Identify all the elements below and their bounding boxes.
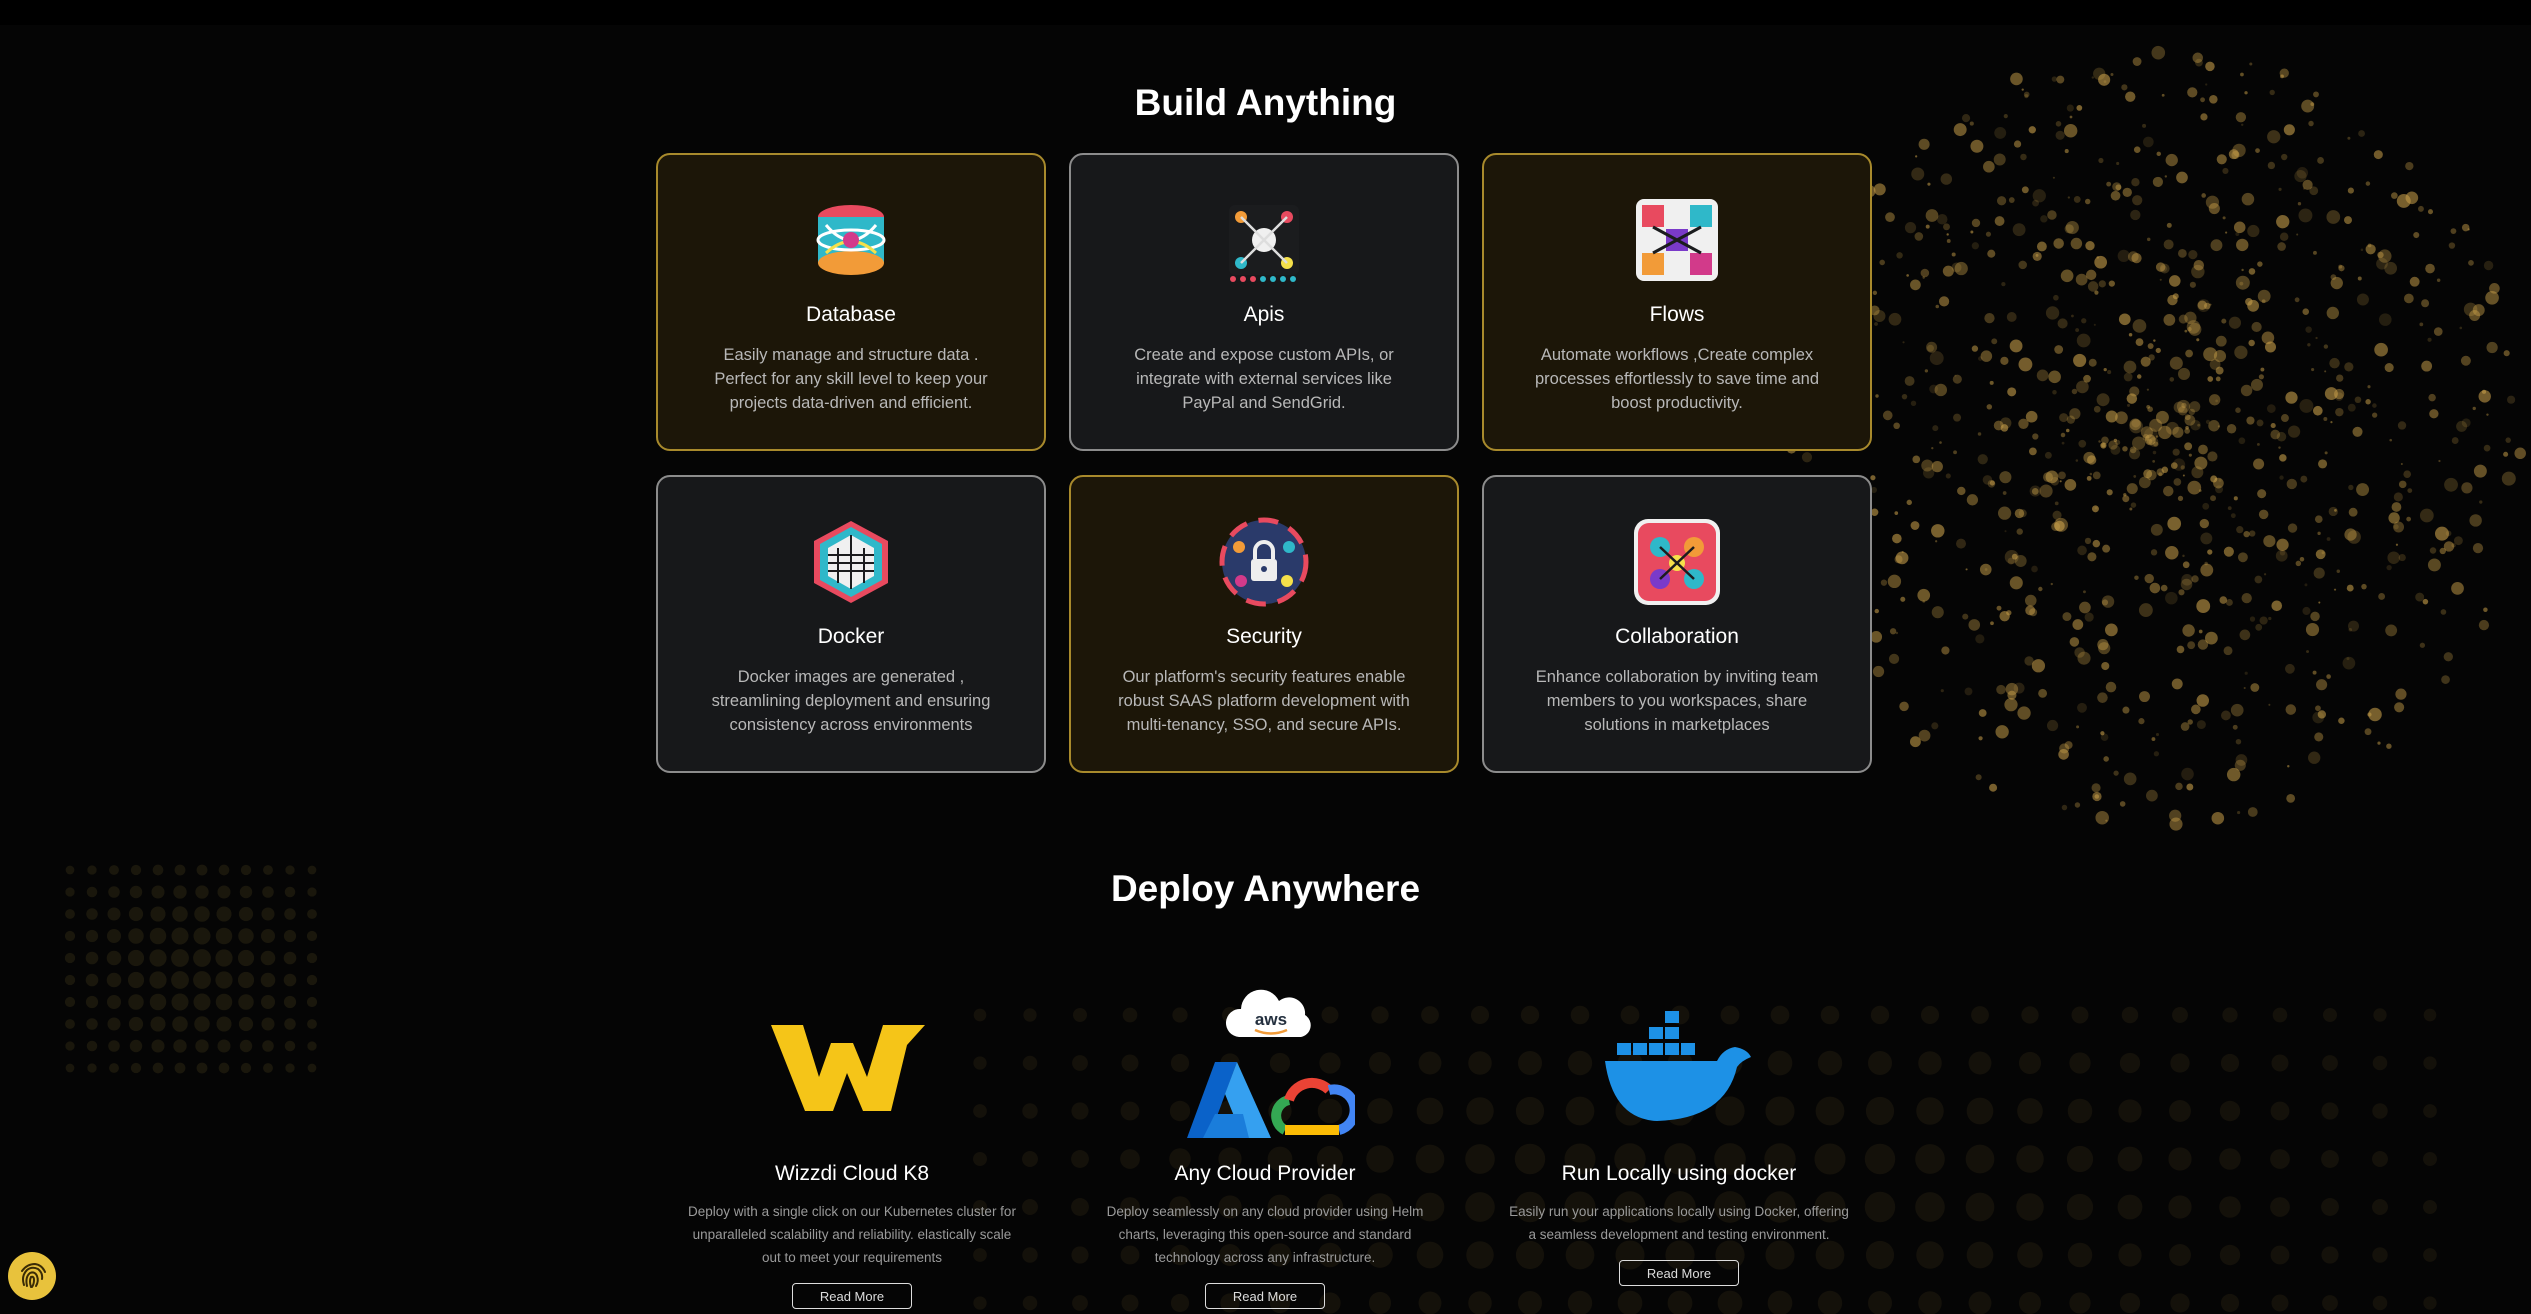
deploy-anywhere-title: Deploy Anywhere (1110, 868, 1421, 909)
feature-card-flows[interactable]: Flows Automate workflows ,Create complex… (1482, 153, 1872, 451)
fingerprint-icon (21, 1262, 46, 1288)
docker-whale-icon (1605, 1011, 1751, 1121)
card-title: Apis (1243, 303, 1285, 326)
read-more-button[interactable]: Read More (1619, 1260, 1739, 1286)
deploy-item-cloud-provider: aws Any Cloud Provider Deploy seamlessly… (1085, 985, 1445, 1309)
card-description: Create and expose custom APIs, or integr… (1134, 346, 1394, 412)
flows-icon (1636, 199, 1718, 281)
aws-cloud-icon: aws (1225, 989, 1311, 1037)
aws-label: aws (1255, 1010, 1287, 1029)
feature-card-apis[interactable]: Apis Create and expose custom APIs, or i… (1069, 153, 1459, 451)
deploy-item-wizzdi: Wizzdi Cloud K8 Deploy with a single cli… (672, 985, 1032, 1309)
deploy-description: Deploy with a single click on our Kubern… (688, 1204, 1016, 1265)
card-title: Flows (1649, 303, 1705, 326)
azure-icon (1187, 1062, 1271, 1138)
feature-card-docker[interactable]: Docker Docker images are generated , str… (656, 475, 1046, 773)
security-lock-icon (1219, 517, 1309, 607)
wizzdi-logo-icon (771, 1025, 925, 1111)
docker-cube-icon (814, 521, 888, 603)
card-description: Docker images are generated , streamlini… (711, 668, 991, 734)
top-bar (0, 0, 2531, 25)
deploy-description: Deploy seamlessly on any cloud provider … (1106, 1204, 1424, 1265)
feature-card-collaboration[interactable]: Collaboration Enhance collaboration by i… (1482, 475, 1872, 773)
deploy-description: Easily run your applications locally usi… (1509, 1204, 1849, 1242)
card-title: Collaboration (1615, 625, 1739, 648)
collaboration-icon (1634, 519, 1720, 605)
card-description: Easily manage and structure data . Perfe… (714, 346, 988, 412)
feature-card-database[interactable]: Database Easily manage and structure dat… (656, 153, 1046, 451)
read-more-button[interactable]: Read More (1205, 1283, 1325, 1309)
deploy-title: Any Cloud Provider (1174, 1162, 1356, 1185)
deploy-title: Wizzdi Cloud K8 (774, 1162, 930, 1185)
card-description: Our platform's security features enable … (1118, 668, 1410, 734)
card-description: Automate workflows ,Create complex proce… (1535, 346, 1819, 412)
feature-card-security[interactable]: Security Our platform's security feature… (1069, 475, 1459, 773)
build-anything-title: Build Anything (1134, 82, 1397, 123)
card-title: Security (1226, 625, 1302, 648)
card-description: Enhance collaboration by inviting team m… (1535, 668, 1819, 734)
fingerprint-button[interactable] (8, 1252, 56, 1300)
database-icon (816, 205, 886, 275)
card-title: Docker (817, 625, 885, 648)
read-more-button[interactable]: Read More (792, 1283, 912, 1309)
deploy-title: Run Locally using docker (1561, 1162, 1797, 1185)
api-icon (1229, 205, 1299, 282)
card-title: Database (806, 303, 896, 326)
google-cloud-icon (1271, 1077, 1355, 1135)
deploy-item-docker: Run Locally using docker Easily run your… (1499, 985, 1859, 1286)
